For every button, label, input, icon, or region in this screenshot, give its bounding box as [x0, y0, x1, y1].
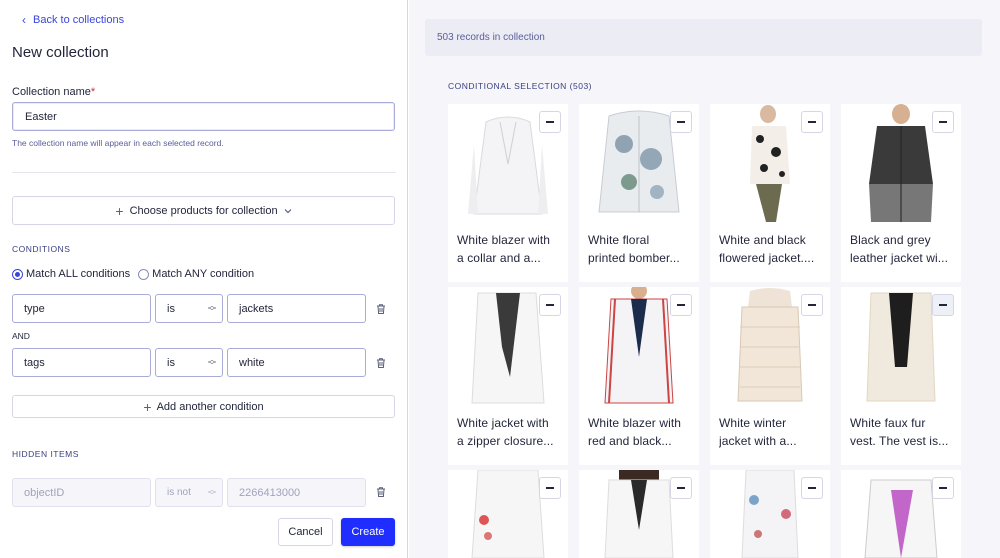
minus-icon — [808, 304, 816, 306]
minus-icon — [939, 121, 947, 123]
create-button[interactable]: Create — [341, 518, 395, 546]
product-title: White floral printed bomber... — [588, 233, 680, 265]
cancel-button[interactable]: Cancel — [278, 518, 333, 546]
minus-icon — [677, 304, 685, 306]
plus-icon: + — [143, 398, 152, 415]
back-to-collections-link[interactable]: ‹ Back to collections — [22, 13, 124, 27]
remove-product-button[interactable] — [539, 294, 561, 316]
minus-icon — [546, 121, 554, 123]
remove-product-button[interactable] — [932, 111, 954, 133]
preview-panel: 503 records in collection CONDITIONAL SE… — [409, 0, 1000, 558]
remove-product-button[interactable] — [801, 111, 823, 133]
condition-1-field-input[interactable]: type — [12, 294, 151, 323]
product-card: White jacket with a zipper closure... — [448, 287, 568, 465]
condition-2-value-input[interactable]: white — [227, 348, 366, 377]
chevron-down-icon — [284, 208, 292, 213]
hidden-operator-select: is not ︿ ﹀ — [155, 478, 223, 507]
select-arrows-icon: ︿ ﹀ — [208, 300, 216, 316]
plus-icon: + — [115, 202, 124, 219]
hidden-field-input: objectID — [12, 478, 151, 507]
product-card: White faux fur vest. The vest is... — [841, 287, 961, 465]
product-card: White winter jacket with a... — [710, 287, 830, 465]
records-count-banner: 503 records in collection — [425, 19, 982, 56]
product-title: White blazer with a collar and a... — [457, 233, 551, 265]
minus-icon — [939, 487, 947, 489]
product-card: White and black flowered jacket.... — [710, 104, 830, 282]
product-card: Black and grey leather jacket wi... — [841, 104, 961, 282]
hidden-value-input: 2266413000 — [227, 478, 366, 507]
conditions-heading: CONDITIONS — [12, 244, 71, 254]
match-all-label: Match ALL conditions — [26, 268, 131, 280]
conditional-selection-heading: CONDITIONAL SELECTION (503) — [448, 81, 593, 91]
product-title: White jacket with a zipper closure... — [457, 416, 554, 448]
condition-2-operator-select[interactable]: is ︿ ﹀ — [155, 348, 223, 377]
required-mark: * — [90, 86, 96, 98]
product-card — [710, 470, 830, 558]
product-card: White blazer with red and black... — [579, 287, 699, 465]
hidden-items-heading: HIDDEN ITEMS — [12, 449, 79, 459]
page-title: New collection — [12, 44, 109, 61]
product-card: White floral printed bomber... — [579, 104, 699, 282]
remove-product-button[interactable] — [670, 111, 692, 133]
match-any-radio[interactable]: Match ANY condition — [138, 268, 254, 280]
collection-form-panel: ‹ Back to collections New collection Col… — [0, 0, 408, 558]
condition-1-operator-select[interactable]: is ︿ ﹀ — [155, 294, 223, 323]
condition-1-value-input[interactable]: jackets — [227, 294, 366, 323]
product-card — [841, 470, 961, 558]
product-title: Black and grey leather jacket wi... — [850, 233, 949, 265]
collection-name-input[interactable]: Easter — [12, 102, 395, 131]
product-card — [579, 470, 699, 558]
radio-unchecked-icon — [138, 268, 150, 280]
minus-icon — [808, 487, 816, 489]
minus-icon — [546, 304, 554, 306]
delete-condition-2-trash-icon[interactable] — [375, 357, 387, 369]
remove-product-button[interactable] — [670, 294, 692, 316]
collection-name-label-text: Collection name — [12, 86, 91, 98]
product-card — [448, 470, 568, 558]
delete-hidden-item-trash-icon[interactable] — [375, 486, 387, 498]
minus-icon — [677, 121, 685, 123]
minus-icon — [808, 121, 816, 123]
choose-products-label: Choose products for collection — [129, 204, 278, 217]
collection-name-label: Collection name* — [12, 86, 95, 98]
condition-2-operator-value: is — [167, 356, 175, 369]
condition-1-operator-value: is — [167, 302, 175, 315]
add-condition-button[interactable]: + Add another condition — [12, 395, 395, 418]
remove-product-button[interactable] — [932, 294, 954, 316]
product-title: White and black flowered jacket.... — [719, 233, 815, 265]
collection-name-help: The collection name will appear in each … — [12, 138, 224, 148]
remove-product-button[interactable] — [539, 477, 561, 499]
select-arrows-icon: ︿ ﹀ — [208, 484, 216, 500]
add-condition-label: Add another condition — [156, 400, 264, 413]
hidden-operator-value: is not — [167, 487, 191, 498]
chevron-left-icon: ‹ — [22, 13, 26, 27]
product-title: White faux fur vest. The vest is... — [850, 416, 949, 448]
divider — [12, 172, 396, 173]
minus-icon — [939, 304, 947, 306]
remove-product-button[interactable] — [670, 477, 692, 499]
select-arrows-icon: ︿ ﹀ — [208, 354, 216, 370]
remove-product-button[interactable] — [932, 477, 954, 499]
remove-product-button[interactable] — [801, 477, 823, 499]
match-any-label: Match ANY condition — [152, 268, 255, 280]
minus-icon — [677, 487, 685, 489]
product-title: White blazer with red and black... — [588, 416, 682, 448]
minus-icon — [546, 487, 554, 489]
back-label: Back to collections — [33, 14, 125, 26]
remove-product-button[interactable] — [801, 294, 823, 316]
condition-2-field-input[interactable]: tags — [12, 348, 151, 377]
product-title: White winter jacket with a... — [719, 416, 797, 448]
radio-checked-icon — [12, 268, 23, 280]
remove-product-button[interactable] — [539, 111, 561, 133]
choose-products-button[interactable]: + Choose products for collection — [12, 196, 395, 225]
and-label: AND — [12, 331, 30, 341]
product-card: White blazer with a collar and a... — [448, 104, 568, 282]
match-mode-radio-group: Match ALL conditions Match ANY condition — [12, 268, 262, 280]
match-all-radio[interactable]: Match ALL conditions — [12, 268, 130, 280]
delete-condition-1-trash-icon[interactable] — [375, 303, 387, 315]
